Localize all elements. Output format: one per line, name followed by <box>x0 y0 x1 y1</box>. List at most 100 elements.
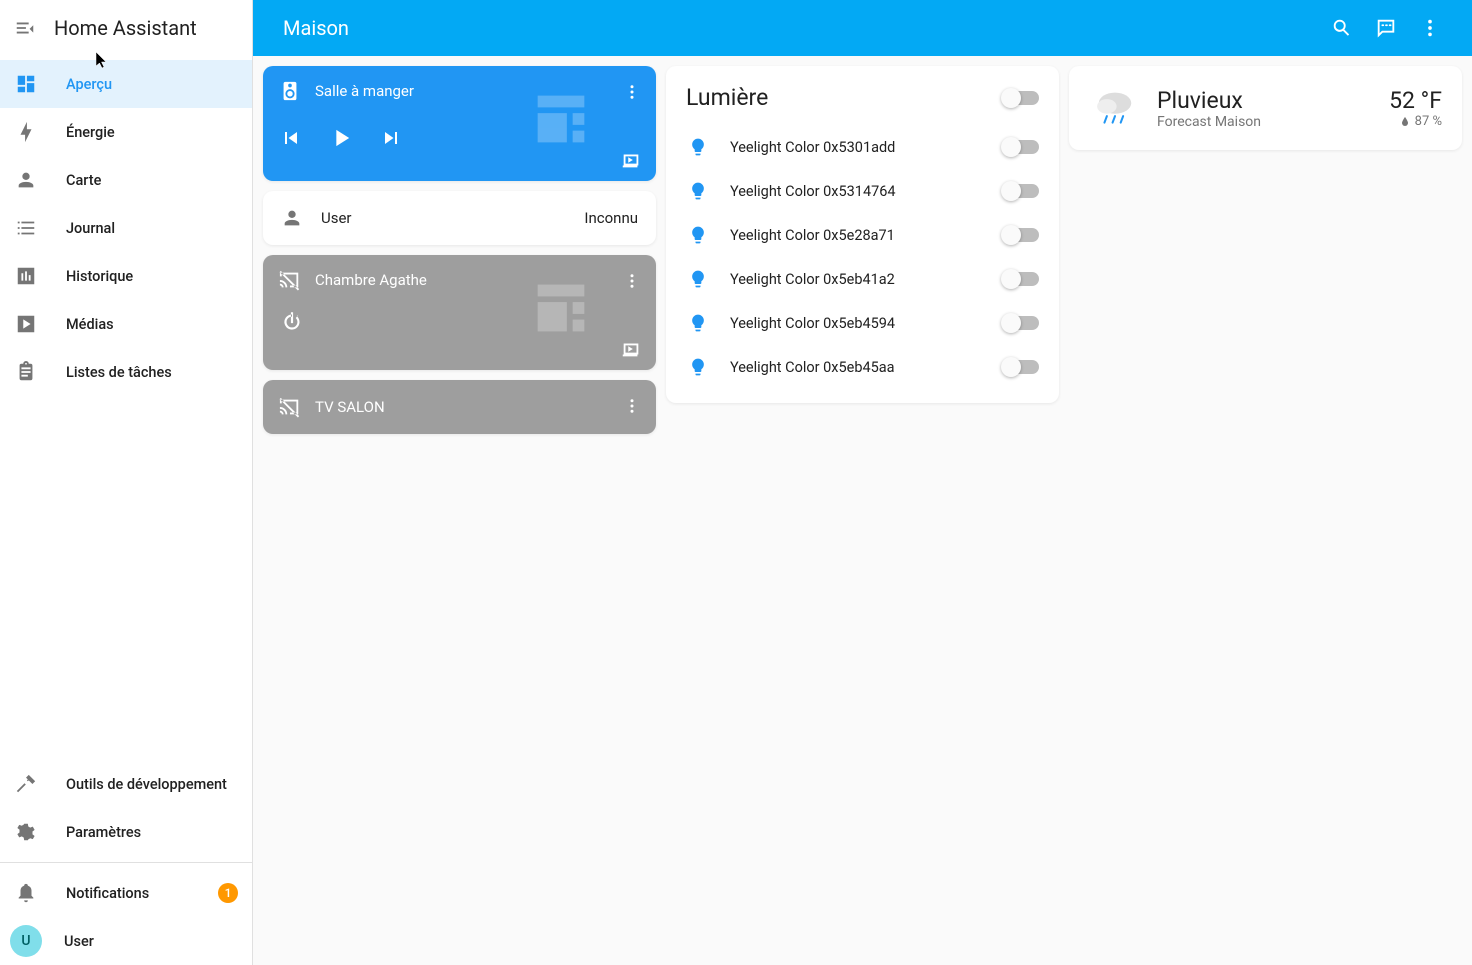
more-button[interactable] <box>1408 6 1452 50</box>
media-name: Chambre Agathe <box>315 271 427 289</box>
sidebar-header: Home Assistant <box>0 0 252 56</box>
sidebar-item-medias[interactable]: Médias <box>0 300 252 348</box>
prev-button[interactable] <box>279 126 303 150</box>
light-toggle[interactable] <box>1003 140 1039 154</box>
play-box-icon <box>14 312 38 336</box>
media-name: Salle à manger <box>315 82 414 100</box>
search-button[interactable] <box>1320 6 1364 50</box>
person-card[interactable]: User Inconnu <box>263 191 656 245</box>
light-toggle[interactable] <box>1003 228 1039 242</box>
sidebar-item-listes[interactable]: Listes de tâches <box>0 348 252 396</box>
sidebar-item-label: Paramètres <box>66 824 141 841</box>
light-toggle[interactable] <box>1003 184 1039 198</box>
browse-media-button[interactable] <box>620 338 642 360</box>
sidebar-item-label: Médias <box>66 316 114 333</box>
sidebar-item-user[interactable]: U User <box>0 917 252 965</box>
sidebar-item-historique[interactable]: Historique <box>0 252 252 300</box>
light-name: Yeelight Color 0x5314764 <box>730 183 896 200</box>
menu-collapse-icon[interactable] <box>14 17 36 39</box>
chat-button[interactable] <box>1364 6 1408 50</box>
bulb-icon <box>686 225 710 245</box>
play-button[interactable] <box>327 124 355 152</box>
light-name: Yeelight Color 0x5e28a71 <box>730 227 895 244</box>
light-row[interactable]: Yeelight Color 0x5eb4594 <box>686 301 1039 345</box>
col-1: Salle à manger User Inconnu <box>263 66 656 434</box>
sidebar-item-notifications[interactable]: Notifications 1 <box>0 869 252 917</box>
media-card-tv[interactable]: TV SALON <box>263 380 656 434</box>
col-2: Lumière Yeelight Color 0x5301add Yeeligh… <box>666 66 1059 403</box>
app-title: Home Assistant <box>54 16 197 40</box>
topbar: Maison <box>253 0 1472 56</box>
account-icon <box>14 168 38 192</box>
lights-master-toggle[interactable] <box>1003 91 1039 105</box>
light-name: Yeelight Color 0x5eb4594 <box>730 315 895 332</box>
media-more-button[interactable] <box>616 390 648 422</box>
weather-temp: 52 °F <box>1389 87 1442 114</box>
weather-card[interactable]: Pluvieux Forecast Maison 52 °F 87 % <box>1069 66 1462 150</box>
media-name: TV SALON <box>315 398 385 416</box>
light-name: Yeelight Color 0x5eb45aa <box>730 359 895 376</box>
sidebar-item-dev[interactable]: Outils de développement <box>0 760 252 808</box>
person-icon <box>281 207 303 229</box>
sidebar-item-label: Listes de tâches <box>66 364 172 381</box>
content: Salle à manger User Inconnu <box>253 56 1472 965</box>
list-icon <box>14 216 38 240</box>
browse-media-button[interactable] <box>620 149 642 171</box>
light-name: Yeelight Color 0x5eb41a2 <box>730 271 895 288</box>
sidebar: Home Assistant Aperçu Énergie Carte Jour… <box>0 0 253 965</box>
sidebar-item-settings[interactable]: Paramètres <box>0 808 252 856</box>
next-button[interactable] <box>379 126 403 150</box>
sidebar-item-label: Journal <box>66 220 115 237</box>
bulb-icon <box>686 137 710 157</box>
sidebar-item-label: Énergie <box>66 124 115 141</box>
media-more-button[interactable] <box>616 265 648 297</box>
sidebar-item-label: User <box>64 933 94 950</box>
cast-off-icon <box>279 269 301 291</box>
light-name: Yeelight Color 0x5301add <box>730 139 895 156</box>
light-toggle[interactable] <box>1003 360 1039 374</box>
cast-off-icon <box>279 396 301 418</box>
sidebar-item-label: Aperçu <box>66 76 112 93</box>
avatar: U <box>10 925 42 957</box>
page-title: Maison <box>283 16 349 40</box>
sidebar-nav: Aperçu Énergie Carte Journal Historique … <box>0 56 252 760</box>
notification-badge: 1 <box>218 883 238 903</box>
sidebar-item-label: Notifications <box>66 885 149 902</box>
person-state: Inconnu <box>584 209 638 227</box>
sidebar-item-apercu[interactable]: Aperçu <box>0 60 252 108</box>
dashboard-icon <box>14 72 38 96</box>
weather-humidity: 87 % <box>1389 114 1442 129</box>
light-row[interactable]: Yeelight Color 0x5eb45aa <box>686 345 1039 389</box>
light-row[interactable]: Yeelight Color 0x5eb41a2 <box>686 257 1039 301</box>
person-name: User <box>321 209 352 227</box>
main: Maison Salle à manger <box>253 0 1472 965</box>
rainy-icon <box>1089 82 1141 134</box>
sidebar-item-journal[interactable]: Journal <box>0 204 252 252</box>
flash-icon <box>14 120 38 144</box>
bulb-icon <box>686 313 710 333</box>
hammer-icon <box>14 772 38 796</box>
light-row[interactable]: Yeelight Color 0x5301add <box>686 125 1039 169</box>
media-card-chambre[interactable]: Chambre Agathe <box>263 255 656 370</box>
light-row[interactable]: Yeelight Color 0x5314764 <box>686 169 1039 213</box>
weather-forecast: Forecast Maison <box>1157 114 1261 130</box>
sidebar-item-label: Historique <box>66 268 133 285</box>
bulb-icon <box>686 357 710 377</box>
media-art-icon <box>526 84 596 154</box>
gear-icon <box>14 820 38 844</box>
light-toggle[interactable] <box>1003 316 1039 330</box>
speaker-icon <box>279 80 301 102</box>
sidebar-item-label: Carte <box>66 172 101 189</box>
sidebar-item-energie[interactable]: Énergie <box>0 108 252 156</box>
sidebar-item-carte[interactable]: Carte <box>0 156 252 204</box>
media-card-salle[interactable]: Salle à manger <box>263 66 656 181</box>
sidebar-item-label: Outils de développement <box>66 776 227 793</box>
col-3: Pluvieux Forecast Maison 52 °F 87 % <box>1069 66 1462 150</box>
light-row[interactable]: Yeelight Color 0x5e28a71 <box>686 213 1039 257</box>
media-more-button[interactable] <box>616 76 648 108</box>
media-art-icon <box>526 273 596 343</box>
bulb-icon <box>686 181 710 201</box>
light-toggle[interactable] <box>1003 272 1039 286</box>
sidebar-bottom: Outils de développement Paramètres Notif… <box>0 760 252 965</box>
weather-condition: Pluvieux <box>1157 87 1261 114</box>
